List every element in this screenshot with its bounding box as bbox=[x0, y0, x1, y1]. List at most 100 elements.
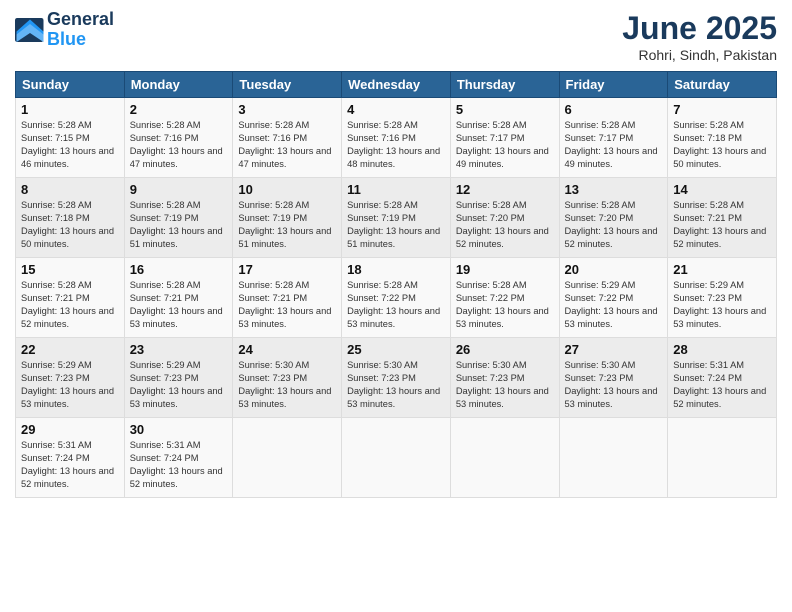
calendar-day: 29 Sunrise: 5:31 AMSunset: 7:24 PMDaylig… bbox=[16, 418, 125, 498]
calendar-week-row: 8 Sunrise: 5:28 AMSunset: 7:18 PMDayligh… bbox=[16, 178, 777, 258]
main-container: General Blue June 2025 Rohri, Sindh, Pak… bbox=[0, 0, 792, 508]
day-number: 30 bbox=[130, 422, 228, 437]
header: General Blue June 2025 Rohri, Sindh, Pak… bbox=[15, 10, 777, 63]
calendar-day: 18 Sunrise: 5:28 AMSunset: 7:22 PMDaylig… bbox=[342, 258, 451, 338]
day-info: Sunrise: 5:28 AMSunset: 7:17 PMDaylight:… bbox=[565, 120, 658, 169]
logo-line1: General bbox=[47, 10, 114, 30]
day-number: 22 bbox=[21, 342, 119, 357]
calendar-day: 15 Sunrise: 5:28 AMSunset: 7:21 PMDaylig… bbox=[16, 258, 125, 338]
day-number: 3 bbox=[238, 102, 336, 117]
header-day: Friday bbox=[559, 72, 668, 98]
header-day: Wednesday bbox=[342, 72, 451, 98]
calendar-day: 26 Sunrise: 5:30 AMSunset: 7:23 PMDaylig… bbox=[450, 338, 559, 418]
calendar-day: 12 Sunrise: 5:28 AMSunset: 7:20 PMDaylig… bbox=[450, 178, 559, 258]
logo: General Blue bbox=[15, 10, 114, 50]
day-info: Sunrise: 5:28 AMSunset: 7:21 PMDaylight:… bbox=[21, 280, 114, 329]
day-number: 28 bbox=[673, 342, 771, 357]
calendar-day: 21 Sunrise: 5:29 AMSunset: 7:23 PMDaylig… bbox=[668, 258, 777, 338]
day-info: Sunrise: 5:28 AMSunset: 7:15 PMDaylight:… bbox=[21, 120, 114, 169]
day-number: 14 bbox=[673, 182, 771, 197]
day-number: 23 bbox=[130, 342, 228, 357]
calendar-day: 14 Sunrise: 5:28 AMSunset: 7:21 PMDaylig… bbox=[668, 178, 777, 258]
calendar-day: 25 Sunrise: 5:30 AMSunset: 7:23 PMDaylig… bbox=[342, 338, 451, 418]
calendar-day: 17 Sunrise: 5:28 AMSunset: 7:21 PMDaylig… bbox=[233, 258, 342, 338]
day-info: Sunrise: 5:28 AMSunset: 7:16 PMDaylight:… bbox=[130, 120, 223, 169]
day-info: Sunrise: 5:31 AMSunset: 7:24 PMDaylight:… bbox=[673, 360, 766, 409]
calendar-day bbox=[668, 418, 777, 498]
calendar-day: 23 Sunrise: 5:29 AMSunset: 7:23 PMDaylig… bbox=[124, 338, 233, 418]
calendar-day: 28 Sunrise: 5:31 AMSunset: 7:24 PMDaylig… bbox=[668, 338, 777, 418]
day-info: Sunrise: 5:28 AMSunset: 7:20 PMDaylight:… bbox=[565, 200, 658, 249]
calendar-day: 27 Sunrise: 5:30 AMSunset: 7:23 PMDaylig… bbox=[559, 338, 668, 418]
header-day: Tuesday bbox=[233, 72, 342, 98]
calendar-week-row: 22 Sunrise: 5:29 AMSunset: 7:23 PMDaylig… bbox=[16, 338, 777, 418]
calendar-day: 19 Sunrise: 5:28 AMSunset: 7:22 PMDaylig… bbox=[450, 258, 559, 338]
day-info: Sunrise: 5:29 AMSunset: 7:23 PMDaylight:… bbox=[21, 360, 114, 409]
day-number: 15 bbox=[21, 262, 119, 277]
day-info: Sunrise: 5:28 AMSunset: 7:22 PMDaylight:… bbox=[456, 280, 549, 329]
day-info: Sunrise: 5:30 AMSunset: 7:23 PMDaylight:… bbox=[456, 360, 549, 409]
day-number: 27 bbox=[565, 342, 663, 357]
day-number: 6 bbox=[565, 102, 663, 117]
day-number: 8 bbox=[21, 182, 119, 197]
calendar-day bbox=[233, 418, 342, 498]
day-info: Sunrise: 5:28 AMSunset: 7:18 PMDaylight:… bbox=[673, 120, 766, 169]
day-info: Sunrise: 5:30 AMSunset: 7:23 PMDaylight:… bbox=[347, 360, 440, 409]
day-info: Sunrise: 5:30 AMSunset: 7:23 PMDaylight:… bbox=[565, 360, 658, 409]
day-info: Sunrise: 5:29 AMSunset: 7:22 PMDaylight:… bbox=[565, 280, 658, 329]
header-day: Thursday bbox=[450, 72, 559, 98]
day-info: Sunrise: 5:28 AMSunset: 7:16 PMDaylight:… bbox=[238, 120, 331, 169]
logo-icon bbox=[15, 18, 45, 42]
day-number: 29 bbox=[21, 422, 119, 437]
calendar-day bbox=[559, 418, 668, 498]
day-info: Sunrise: 5:29 AMSunset: 7:23 PMDaylight:… bbox=[130, 360, 223, 409]
header-day: Monday bbox=[124, 72, 233, 98]
day-info: Sunrise: 5:28 AMSunset: 7:19 PMDaylight:… bbox=[130, 200, 223, 249]
day-info: Sunrise: 5:28 AMSunset: 7:19 PMDaylight:… bbox=[238, 200, 331, 249]
calendar-table: SundayMondayTuesdayWednesdayThursdayFrid… bbox=[15, 71, 777, 498]
day-number: 1 bbox=[21, 102, 119, 117]
day-number: 12 bbox=[456, 182, 554, 197]
day-info: Sunrise: 5:28 AMSunset: 7:21 PMDaylight:… bbox=[130, 280, 223, 329]
calendar-day: 4 Sunrise: 5:28 AMSunset: 7:16 PMDayligh… bbox=[342, 98, 451, 178]
day-info: Sunrise: 5:28 AMSunset: 7:17 PMDaylight:… bbox=[456, 120, 549, 169]
day-info: Sunrise: 5:28 AMSunset: 7:21 PMDaylight:… bbox=[238, 280, 331, 329]
calendar-day bbox=[450, 418, 559, 498]
day-number: 16 bbox=[130, 262, 228, 277]
header-row: SundayMondayTuesdayWednesdayThursdayFrid… bbox=[16, 72, 777, 98]
day-number: 17 bbox=[238, 262, 336, 277]
day-number: 10 bbox=[238, 182, 336, 197]
day-number: 25 bbox=[347, 342, 445, 357]
calendar-day: 11 Sunrise: 5:28 AMSunset: 7:19 PMDaylig… bbox=[342, 178, 451, 258]
calendar-day: 1 Sunrise: 5:28 AMSunset: 7:15 PMDayligh… bbox=[16, 98, 125, 178]
calendar-day: 7 Sunrise: 5:28 AMSunset: 7:18 PMDayligh… bbox=[668, 98, 777, 178]
month-title: June 2025 bbox=[622, 10, 777, 47]
calendar-week-row: 15 Sunrise: 5:28 AMSunset: 7:21 PMDaylig… bbox=[16, 258, 777, 338]
calendar-day: 22 Sunrise: 5:29 AMSunset: 7:23 PMDaylig… bbox=[16, 338, 125, 418]
day-info: Sunrise: 5:28 AMSunset: 7:21 PMDaylight:… bbox=[673, 200, 766, 249]
day-info: Sunrise: 5:28 AMSunset: 7:20 PMDaylight:… bbox=[456, 200, 549, 249]
calendar-day: 6 Sunrise: 5:28 AMSunset: 7:17 PMDayligh… bbox=[559, 98, 668, 178]
day-number: 13 bbox=[565, 182, 663, 197]
calendar-day bbox=[342, 418, 451, 498]
day-number: 26 bbox=[456, 342, 554, 357]
day-number: 20 bbox=[565, 262, 663, 277]
title-area: June 2025 Rohri, Sindh, Pakistan bbox=[622, 10, 777, 63]
calendar-day: 8 Sunrise: 5:28 AMSunset: 7:18 PMDayligh… bbox=[16, 178, 125, 258]
day-info: Sunrise: 5:28 AMSunset: 7:18 PMDaylight:… bbox=[21, 200, 114, 249]
day-number: 24 bbox=[238, 342, 336, 357]
calendar-day: 13 Sunrise: 5:28 AMSunset: 7:20 PMDaylig… bbox=[559, 178, 668, 258]
day-number: 2 bbox=[130, 102, 228, 117]
calendar-day: 3 Sunrise: 5:28 AMSunset: 7:16 PMDayligh… bbox=[233, 98, 342, 178]
day-number: 21 bbox=[673, 262, 771, 277]
calendar-week-row: 1 Sunrise: 5:28 AMSunset: 7:15 PMDayligh… bbox=[16, 98, 777, 178]
calendar-day: 2 Sunrise: 5:28 AMSunset: 7:16 PMDayligh… bbox=[124, 98, 233, 178]
calendar-day: 5 Sunrise: 5:28 AMSunset: 7:17 PMDayligh… bbox=[450, 98, 559, 178]
day-number: 7 bbox=[673, 102, 771, 117]
day-info: Sunrise: 5:31 AMSunset: 7:24 PMDaylight:… bbox=[21, 440, 114, 489]
calendar-day: 9 Sunrise: 5:28 AMSunset: 7:19 PMDayligh… bbox=[124, 178, 233, 258]
calendar-day: 16 Sunrise: 5:28 AMSunset: 7:21 PMDaylig… bbox=[124, 258, 233, 338]
calendar-day: 20 Sunrise: 5:29 AMSunset: 7:22 PMDaylig… bbox=[559, 258, 668, 338]
day-number: 9 bbox=[130, 182, 228, 197]
header-day: Saturday bbox=[668, 72, 777, 98]
